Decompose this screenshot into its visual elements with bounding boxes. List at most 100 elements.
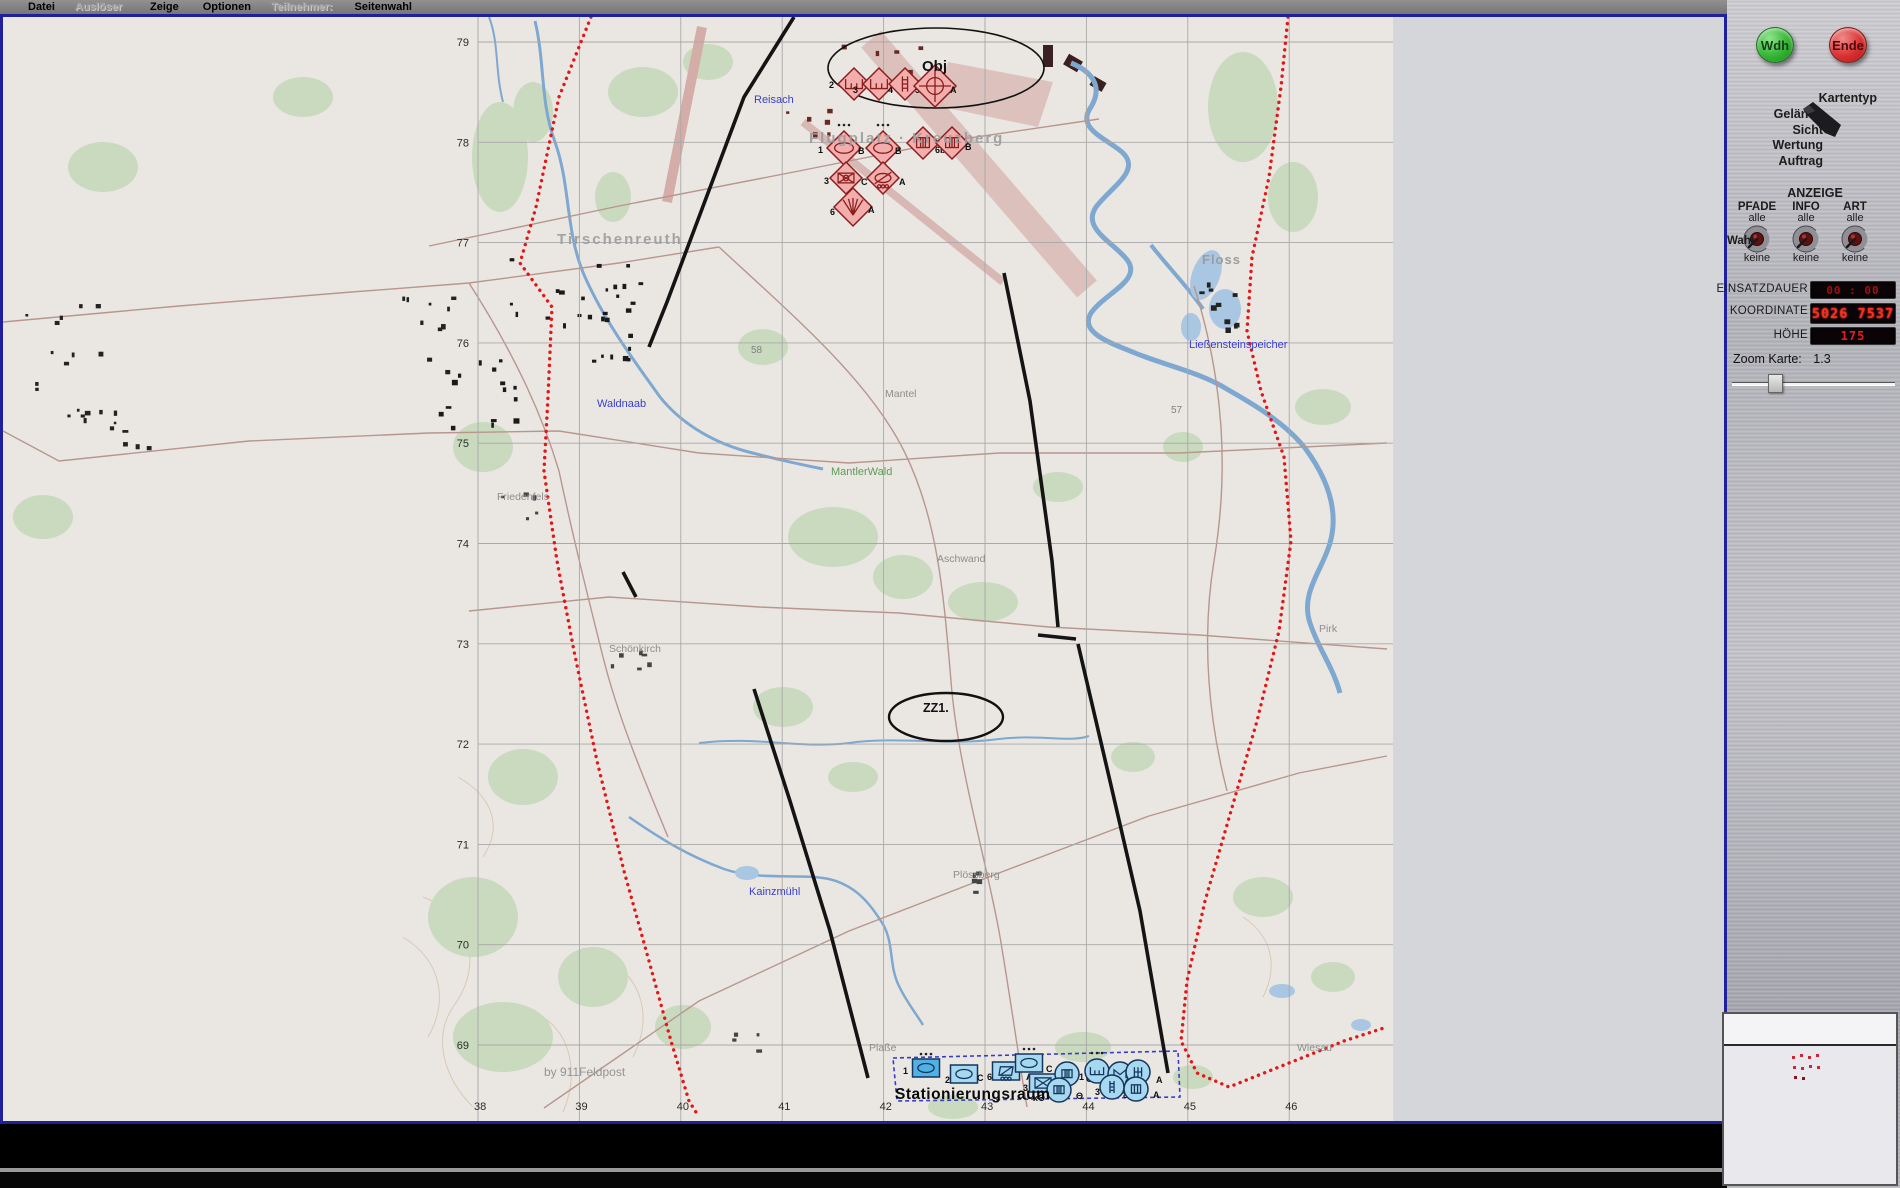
display-value: 5026 7537	[1810, 303, 1896, 324]
map-window: 38 39 40 41 42 43 44 45 46 79 78 77 76 75 74 73 72 71 70 69…	[0, 14, 1727, 1124]
map-label: MantlerWald	[831, 466, 892, 478]
menu-item-zeige[interactable]: Zeige	[150, 1, 179, 14]
map-label: Schönkirch	[609, 643, 661, 655]
repeat-button[interactable]: Wdh	[1756, 27, 1794, 63]
zoom-slider[interactable]	[1732, 374, 1895, 393]
minimap[interactable]	[1722, 1012, 1898, 1186]
unit-designator: 2	[945, 1075, 950, 1085]
map-label: Friedenfels	[497, 491, 549, 503]
map-label: Reisach	[754, 94, 794, 106]
svg-text:39: 39	[575, 1101, 587, 1113]
unit-designator: 3	[1095, 1087, 1100, 1097]
svg-text:38: 38	[474, 1101, 486, 1113]
menu-item-auslöser: Auslöser	[74, 0, 122, 13]
unit-designator: A	[1156, 1075, 1163, 1085]
anzeige-keine-label: keine	[1792, 252, 1820, 264]
unit-designator: C	[977, 1073, 984, 1083]
map-empty-area	[1393, 17, 1724, 1121]
zoom-slider-thumb[interactable]	[1768, 374, 1783, 393]
svg-text:71: 71	[457, 839, 469, 851]
unit-designator: 1	[903, 1066, 908, 1076]
map-label: by 911Feldpost	[544, 1065, 626, 1079]
map-label: Stationierungsraum	[895, 1086, 1050, 1103]
menu-item-seitenwahl[interactable]: Seitenwahl	[355, 1, 412, 14]
control-panel: Wdh Ende Kartentyp Gelände Sicht Wertung Au…	[1716, 0, 1900, 1188]
menu-item-optionen[interactable]: Optionen	[203, 1, 251, 14]
display-höhe: HÖHE 175	[1727, 327, 1900, 347]
map-label: Kainzmühl	[749, 886, 800, 898]
svg-text:74: 74	[457, 539, 469, 551]
menu-item-datei[interactable]: Datei	[28, 1, 55, 14]
info-knob[interactable]	[1791, 224, 1821, 254]
map-label: Aschwand	[937, 553, 986, 565]
bottom-bar-lower	[0, 1172, 1727, 1188]
minimap-header	[1724, 1014, 1896, 1046]
unit-designator: 1	[1079, 1072, 1084, 1082]
svg-text:76: 76	[457, 338, 469, 350]
kartentyp-option-wertung[interactable]: Wertung	[1719, 138, 1823, 152]
svg-text:40: 40	[677, 1101, 689, 1113]
zoom-slider-track	[1732, 382, 1895, 386]
unit-blue-armor[interactable]: 2	[945, 1064, 979, 1085]
map-label: Obj	[922, 58, 947, 75]
svg-text:42: 42	[880, 1101, 892, 1113]
svg-text:75: 75	[457, 438, 469, 450]
map-label: 58	[751, 345, 763, 356]
anzeige-alle-label: alle	[1748, 212, 1766, 224]
anzeige-column-pfade: PFADE alle keine	[1729, 201, 1785, 264]
unit-designator: B	[895, 146, 902, 156]
svg-text:72: 72	[457, 739, 469, 751]
display-koordinate: KOORDINATE 5026 7537	[1727, 303, 1900, 324]
wahl-label: Wahl	[1727, 235, 1755, 247]
map-label: ZZ1.	[923, 701, 949, 715]
display-label: EINSATZDAUER	[1716, 283, 1808, 295]
map-label: Wiesau	[1297, 1042, 1332, 1054]
unit-designator: A	[950, 85, 957, 95]
anzeige-column-art: ART alle keine	[1827, 201, 1883, 264]
display-einsatzdauer: EINSATZDAUER 00 : 00	[1716, 281, 1900, 301]
display-value: 00 : 00	[1810, 281, 1896, 299]
map-label: Tirschenreuth	[557, 231, 683, 248]
map-label: Waldnaab	[597, 398, 646, 410]
art-knob[interactable]	[1840, 224, 1870, 254]
minimap-units	[1792, 1054, 1820, 1080]
zoom-karte-row: Zoom Karte: 1.3	[1733, 352, 1831, 366]
unit-designator: B	[858, 146, 865, 156]
unit-designator: 6	[830, 207, 835, 217]
display-value: 175	[1810, 327, 1896, 345]
anzeige-title: ANZEIGE	[1787, 186, 1843, 200]
svg-text:44: 44	[1082, 1101, 1094, 1113]
display-label: HÖHE	[1773, 329, 1808, 341]
unit-designator: A	[899, 177, 906, 187]
menu-item-teilnehmer: Teilnehmer:	[271, 0, 333, 13]
unit-designator: C	[1046, 1064, 1053, 1074]
map-label: Floss	[1202, 252, 1241, 267]
anzeige-alle-label: alle	[1797, 212, 1815, 224]
svg-text:41: 41	[778, 1101, 790, 1113]
kartentyp-option-auftrag[interactable]: Auftrag	[1719, 154, 1823, 168]
anzeige-keine-label: keine	[1743, 252, 1771, 264]
map-terrain	[3, 17, 1393, 1121]
map-label: Plössberg	[953, 869, 1000, 881]
end-button[interactable]: Ende	[1829, 27, 1867, 63]
unit-designator: A	[868, 205, 875, 215]
map-label: Flugplatz · Kreuzberg	[809, 130, 1004, 147]
svg-text:77: 77	[457, 238, 469, 250]
map-label: Ließensteinspeicher	[1189, 339, 1288, 351]
display-label: KOORDINATE	[1729, 305, 1808, 317]
anzeige-keine-label: keine	[1841, 252, 1869, 264]
zoom-karte-value: 1.3	[1813, 352, 1831, 366]
svg-text:45: 45	[1184, 1101, 1196, 1113]
map-label: Pirk	[1319, 623, 1338, 635]
bottom-bar	[0, 1124, 1727, 1168]
map[interactable]: 38 39 40 41 42 43 44 45 467978777675747372717069…	[3, 17, 1724, 1122]
unit-designator: 3	[853, 85, 858, 95]
menu-bar: Datei Auslöser Zeige Optionen Teilnehmer: Sei…	[0, 0, 1730, 14]
map-label: Plaße	[869, 1042, 897, 1054]
map-label: Mantel	[885, 388, 917, 400]
svg-text:73: 73	[457, 639, 469, 651]
kartentyp-option-gelände[interactable]: Gelände	[1719, 107, 1823, 121]
kartentyp-option-sicht[interactable]: Sicht	[1719, 123, 1823, 137]
svg-text:79: 79	[457, 37, 469, 49]
unit-designator: 2	[829, 80, 834, 90]
